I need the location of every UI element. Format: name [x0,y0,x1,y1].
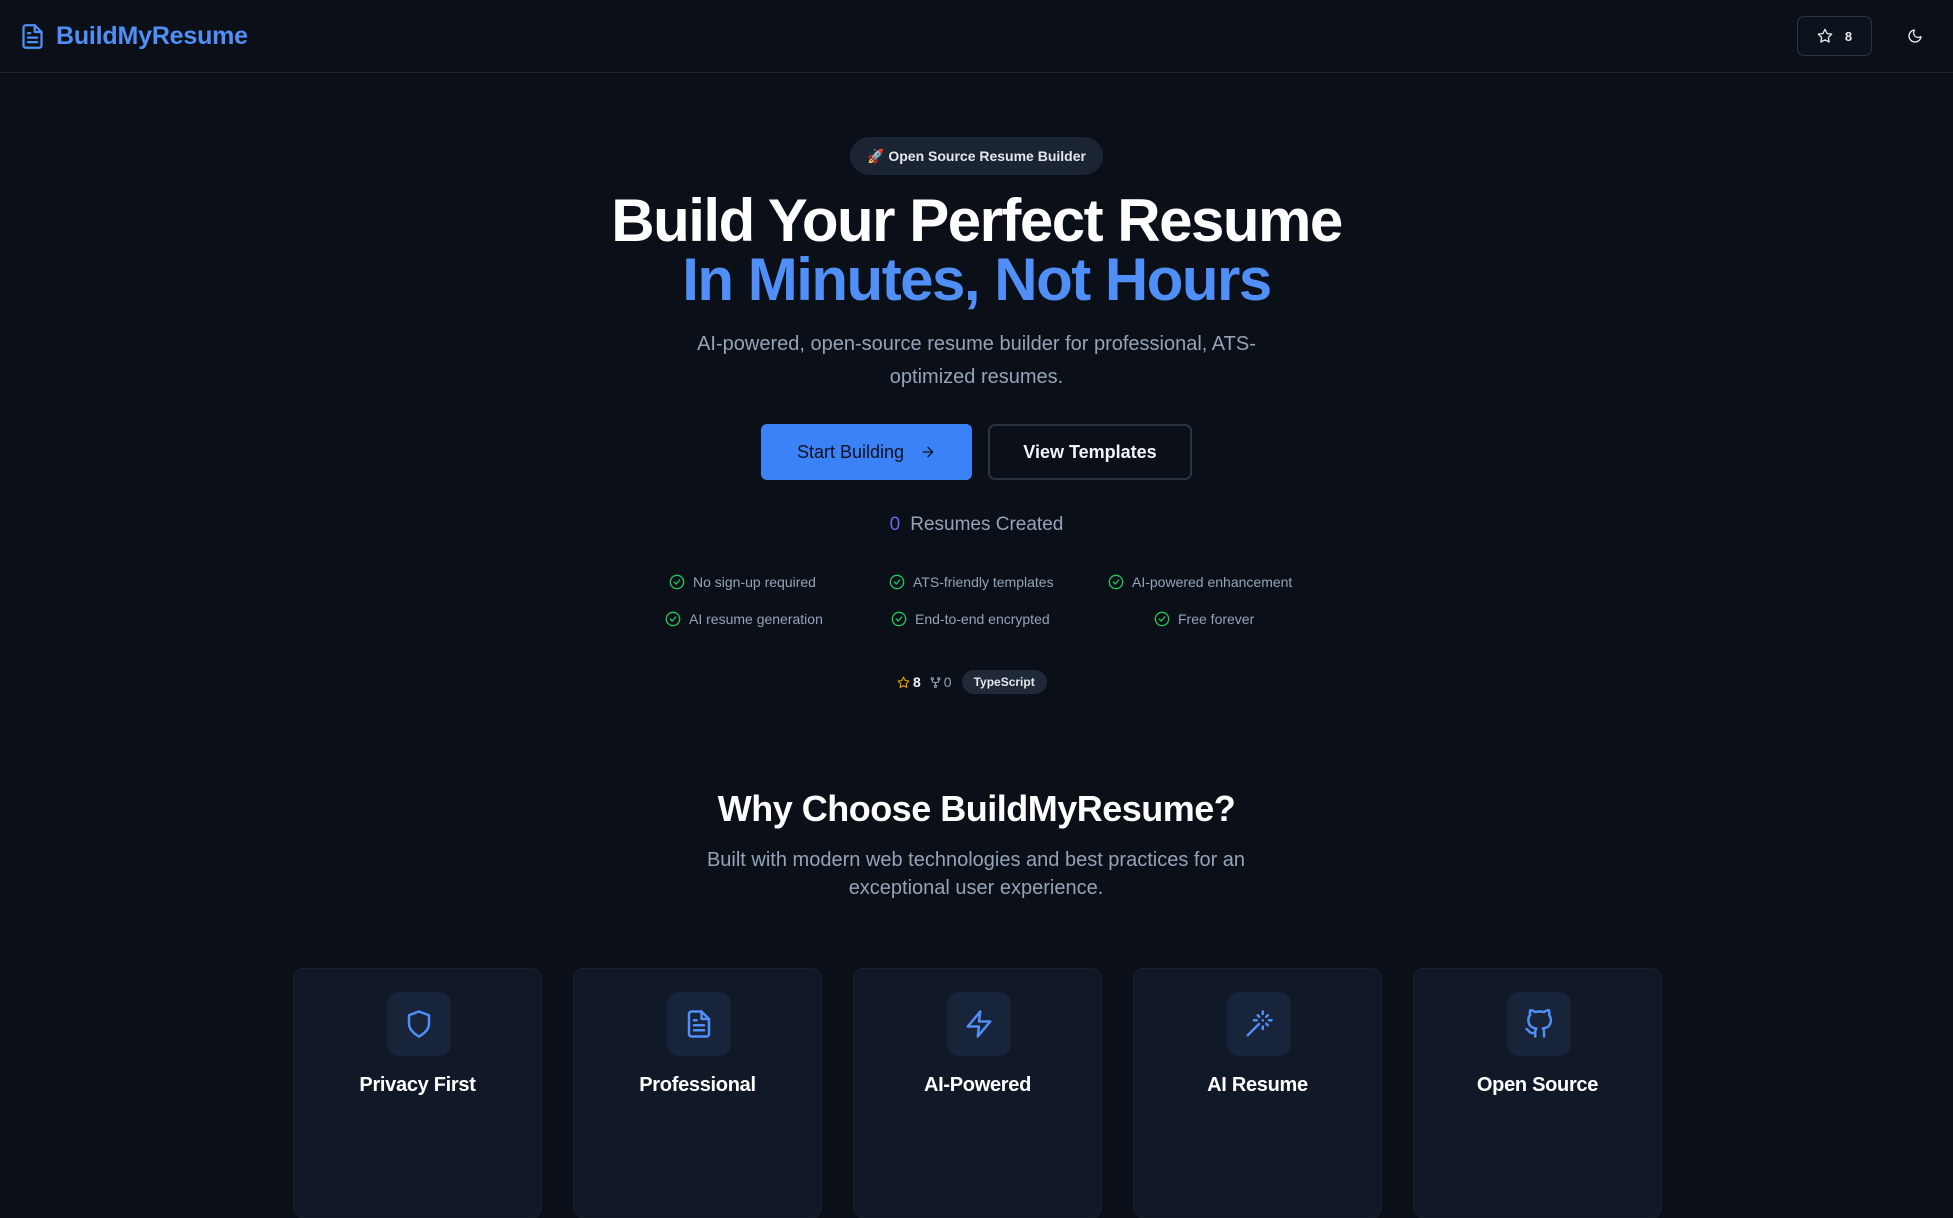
feature-item: No sign-up required [669,574,816,590]
magic-wand-icon [1246,1010,1273,1037]
feature-label: Free forever [1178,611,1255,627]
check-circle-icon [1108,574,1124,590]
why-section-subtitle: Built with modern web technologies and b… [706,849,1246,899]
card-title: AI Resume [1207,1074,1308,1096]
repo-stars-count: 8 [913,674,921,690]
repo-forks: 0 [929,674,952,690]
star-count: 8 [1844,28,1853,44]
card-icon-box [947,992,1011,1056]
resumes-counter: 0 Resumes Created [0,514,1953,536]
card-title: Professional [639,1074,756,1096]
document-icon [687,1010,711,1038]
card-title: Privacy First [359,1074,476,1096]
card-icon-box [387,992,451,1056]
feature-label: AI-powered enhancement [1132,574,1293,590]
feature-card-ai-powered: AI-Powered [853,968,1102,1218]
feature-item: End-to-end encrypted [891,611,1050,627]
feature-item: AI-powered enhancement [1108,574,1292,590]
check-circle-icon [669,574,685,590]
start-building-label: Start Building [796,441,905,462]
check-circle-icon [1154,611,1170,627]
feature-card-privacy: Privacy First [293,968,542,1218]
github-icon [1525,1009,1553,1038]
document-icon [22,23,43,49]
feature-label: No sign-up required [693,574,816,590]
star-icon [1817,28,1833,43]
feature-item: AI resume generation [665,611,823,627]
resumes-count: 0 [889,514,901,535]
feature-item: ATS-friendly templates [889,574,1054,590]
view-templates-button[interactable]: View Templates [988,424,1192,480]
star-icon [897,676,910,688]
feature-label: AI resume generation [689,611,823,627]
top-nav: BuildMyResume 8 [0,0,1953,73]
check-circle-icon [665,611,681,627]
card-title: Open Source [1476,1074,1599,1096]
github-star-button[interactable]: 8 [1797,16,1872,56]
check-circle-icon [889,574,905,590]
hero-badge: 🚀 Open Source Resume Builder [850,137,1103,175]
card-icon-box [1507,992,1571,1056]
card-icon-box [1227,992,1291,1056]
resumes-count-label: Resumes Created [910,514,1064,535]
repo-forks-count: 0 [943,674,952,690]
zap-icon [966,1010,992,1038]
feature-card-ai-resume: AI Resume [1133,968,1382,1218]
start-building-button[interactable]: Start Building [761,424,972,480]
hero-subtitle: AI-powered, open-source resume builder f… [697,333,1256,388]
language-badge: TypeScript [961,670,1047,694]
arrow-right-icon [922,446,934,458]
fork-icon [930,676,941,688]
why-section-title: Why Choose BuildMyResume? [717,788,1236,829]
repo-stars: 8 [897,674,921,690]
shield-icon [407,1010,431,1038]
brand-logo-link[interactable]: BuildMyResume [19,21,248,52]
brand-name: BuildMyResume [56,21,248,50]
repo-stats: 8 0 TypeScript [897,670,1047,694]
hero-title-line2: In Minutes, Not Hours [682,246,1272,313]
feature-label: End-to-end encrypted [915,611,1050,627]
feature-item: Free forever [1154,611,1254,627]
feature-cards: Privacy First Professional AI-Powered AI… [0,968,1953,1218]
card-title: AI-Powered [923,1074,1032,1096]
feature-card-professional: Professional [573,968,822,1218]
moon-icon [1908,29,1922,43]
hero-title-line1: Build Your Perfect Resume [611,187,1343,254]
check-circle-icon [891,611,907,627]
feature-label: ATS-friendly templates [913,574,1054,590]
card-icon-box [667,992,731,1056]
theme-toggle-button[interactable] [1896,17,1934,55]
feature-card-open-source: Open Source [1413,968,1662,1218]
